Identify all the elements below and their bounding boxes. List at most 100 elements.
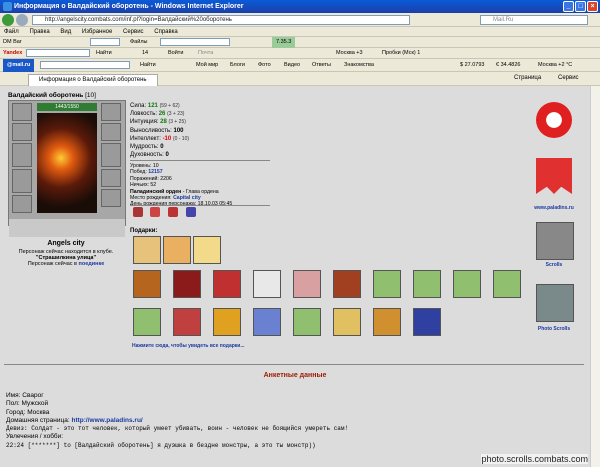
gift-item[interactable] bbox=[333, 270, 361, 298]
vertical-scrollbar[interactable] bbox=[590, 86, 600, 467]
boots-slot[interactable] bbox=[101, 189, 121, 207]
url-input[interactable]: http://angelscity.combats.com/inf.pl?log… bbox=[32, 15, 410, 25]
ring-slot[interactable] bbox=[101, 103, 121, 121]
mail-button[interactable]: Почта bbox=[198, 48, 213, 59]
paladins-emblem-icon[interactable] bbox=[536, 102, 572, 138]
leggings-slot[interactable] bbox=[101, 169, 121, 187]
gift-item[interactable] bbox=[163, 236, 191, 264]
alignment-badge-icon[interactable] bbox=[186, 207, 196, 217]
clan-badge-icon[interactable] bbox=[133, 207, 143, 217]
clan-name: Angels city bbox=[47, 240, 85, 247]
tools-menu[interactable]: Сервис bbox=[558, 75, 579, 81]
paladins-link[interactable]: www.paladins.ru bbox=[530, 205, 578, 211]
gloves-slot[interactable] bbox=[101, 123, 121, 141]
gift-item[interactable] bbox=[293, 270, 321, 298]
clan-banner bbox=[9, 219, 125, 237]
gift-item[interactable] bbox=[493, 270, 521, 298]
tab-active[interactable]: Информация о Валдайский оборотень bbox=[28, 74, 158, 86]
gift-item[interactable] bbox=[453, 270, 481, 298]
gift-item[interactable] bbox=[173, 270, 201, 298]
gift-item[interactable] bbox=[373, 308, 401, 336]
character-name: Валдайский оборотень [10] bbox=[8, 92, 96, 99]
gift-item[interactable] bbox=[133, 236, 161, 264]
character-level: [10] bbox=[85, 92, 96, 99]
blogs-link[interactable]: Блоги bbox=[230, 59, 245, 72]
dm-search-input[interactable] bbox=[90, 38, 120, 46]
order-badge-icon[interactable] bbox=[150, 207, 160, 217]
gift-item[interactable] bbox=[413, 308, 441, 336]
profile-city: Город: Москва bbox=[6, 408, 50, 416]
profile-name: Имя: Сварог bbox=[6, 392, 44, 399]
watermark: photo.scrolls.combats.com bbox=[481, 454, 588, 464]
dating-link[interactable]: Знакомства bbox=[344, 59, 374, 72]
mailru-find-button[interactable]: Найти bbox=[140, 59, 156, 72]
photo-link[interactable]: Фото bbox=[258, 59, 271, 72]
page-menu[interactable]: Страница bbox=[514, 75, 541, 81]
menu-bar: Файл Правка Вид Избранное Сервис Справка bbox=[0, 27, 600, 37]
section-divider bbox=[4, 364, 584, 365]
show-all-gifts-link[interactable]: Нажмите сюда, чтобы увидеть все подарки.… bbox=[132, 343, 245, 349]
gift-item[interactable] bbox=[133, 308, 161, 336]
gift-item[interactable] bbox=[333, 308, 361, 336]
close-button[interactable]: × bbox=[587, 1, 598, 12]
scrolls-link[interactable]: Scrolls bbox=[530, 262, 578, 268]
gift-item[interactable] bbox=[213, 308, 241, 336]
answers-link[interactable]: Ответы bbox=[312, 59, 331, 72]
back-button[interactable] bbox=[2, 14, 14, 26]
belt-slot[interactable] bbox=[12, 195, 32, 213]
mailru-brand: @mail.ru bbox=[3, 59, 35, 72]
shield-slot[interactable] bbox=[101, 143, 121, 167]
weapon-slot[interactable] bbox=[12, 143, 32, 167]
character-name-text: Валдайский оборотень bbox=[8, 92, 84, 99]
gift-item[interactable] bbox=[213, 270, 241, 298]
window-title: Информация о Валдайский оборотень - Wind… bbox=[14, 3, 244, 10]
login-button[interactable]: Войти bbox=[168, 48, 183, 59]
menu-tools[interactable]: Сервис bbox=[123, 29, 144, 35]
mailru-search-input[interactable] bbox=[40, 61, 130, 69]
gift-item[interactable] bbox=[413, 270, 441, 298]
rank-badge-icon[interactable] bbox=[168, 207, 178, 217]
files-dropdown[interactable]: Файлы bbox=[130, 37, 147, 48]
menu-help[interactable]: Справка bbox=[154, 29, 178, 35]
yandex-search-input[interactable] bbox=[26, 49, 90, 57]
homepage-link[interactable]: http://www.paladins.ru/ bbox=[71, 417, 142, 424]
gift-item[interactable] bbox=[193, 236, 221, 264]
yandex-find-button[interactable]: Найти bbox=[96, 48, 112, 59]
divider-2 bbox=[130, 205, 270, 206]
stat-agility: Ловкость: 26 (3 + 23) bbox=[130, 111, 185, 118]
tab-label: Информация о Валдайский оборотень bbox=[39, 77, 147, 83]
video-link[interactable]: Видео bbox=[284, 59, 300, 72]
files-input[interactable] bbox=[160, 38, 230, 46]
photo-scrolls-icon[interactable] bbox=[536, 284, 574, 322]
armor-slot[interactable] bbox=[12, 169, 32, 193]
menu-view[interactable]: Вид bbox=[60, 29, 71, 35]
my-world-link[interactable]: Мой мир bbox=[196, 59, 218, 72]
minimize-button[interactable]: _ bbox=[563, 1, 574, 12]
gift-item[interactable] bbox=[373, 270, 401, 298]
forward-button[interactable] bbox=[16, 14, 28, 26]
yandex-brand: Yandex bbox=[3, 50, 23, 56]
search-input[interactable]: Mail.Ru bbox=[480, 15, 588, 25]
maximize-button[interactable]: □ bbox=[575, 1, 586, 12]
mailru-toolbar: @mail.ru Найти Мой мир Блоги Фото Видео … bbox=[0, 59, 600, 72]
menu-favorites[interactable]: Избранное bbox=[82, 29, 112, 35]
battle-link[interactable]: поединке bbox=[79, 261, 105, 267]
helmet-slot[interactable] bbox=[12, 103, 32, 121]
traffic-widget[interactable]: Пробки (Мск) 1 bbox=[382, 48, 420, 59]
paladins-banner-icon[interactable] bbox=[536, 158, 572, 194]
gift-item[interactable] bbox=[253, 308, 281, 336]
profile-homepage: Домашняя страница: http://www.paladins.r… bbox=[6, 416, 143, 424]
weather-widget[interactable]: Москва +3 bbox=[336, 48, 363, 59]
mailru-weather[interactable]: Москва +2 °C bbox=[538, 59, 572, 72]
gift-item[interactable] bbox=[293, 308, 321, 336]
eur-rate: € 34.4826 bbox=[496, 62, 521, 68]
gift-item[interactable] bbox=[133, 270, 161, 298]
photo-scrolls-link[interactable]: Photo Scrolls bbox=[530, 326, 578, 332]
amulet-slot[interactable] bbox=[12, 123, 32, 141]
scrolls-icon[interactable] bbox=[536, 222, 574, 260]
status-prefix: Персонаж сейчас в bbox=[27, 261, 77, 267]
menu-edit[interactable]: Правка bbox=[29, 29, 49, 35]
menu-file[interactable]: Файл bbox=[4, 29, 19, 35]
gift-item[interactable] bbox=[173, 308, 201, 336]
gift-item[interactable] bbox=[253, 270, 281, 298]
